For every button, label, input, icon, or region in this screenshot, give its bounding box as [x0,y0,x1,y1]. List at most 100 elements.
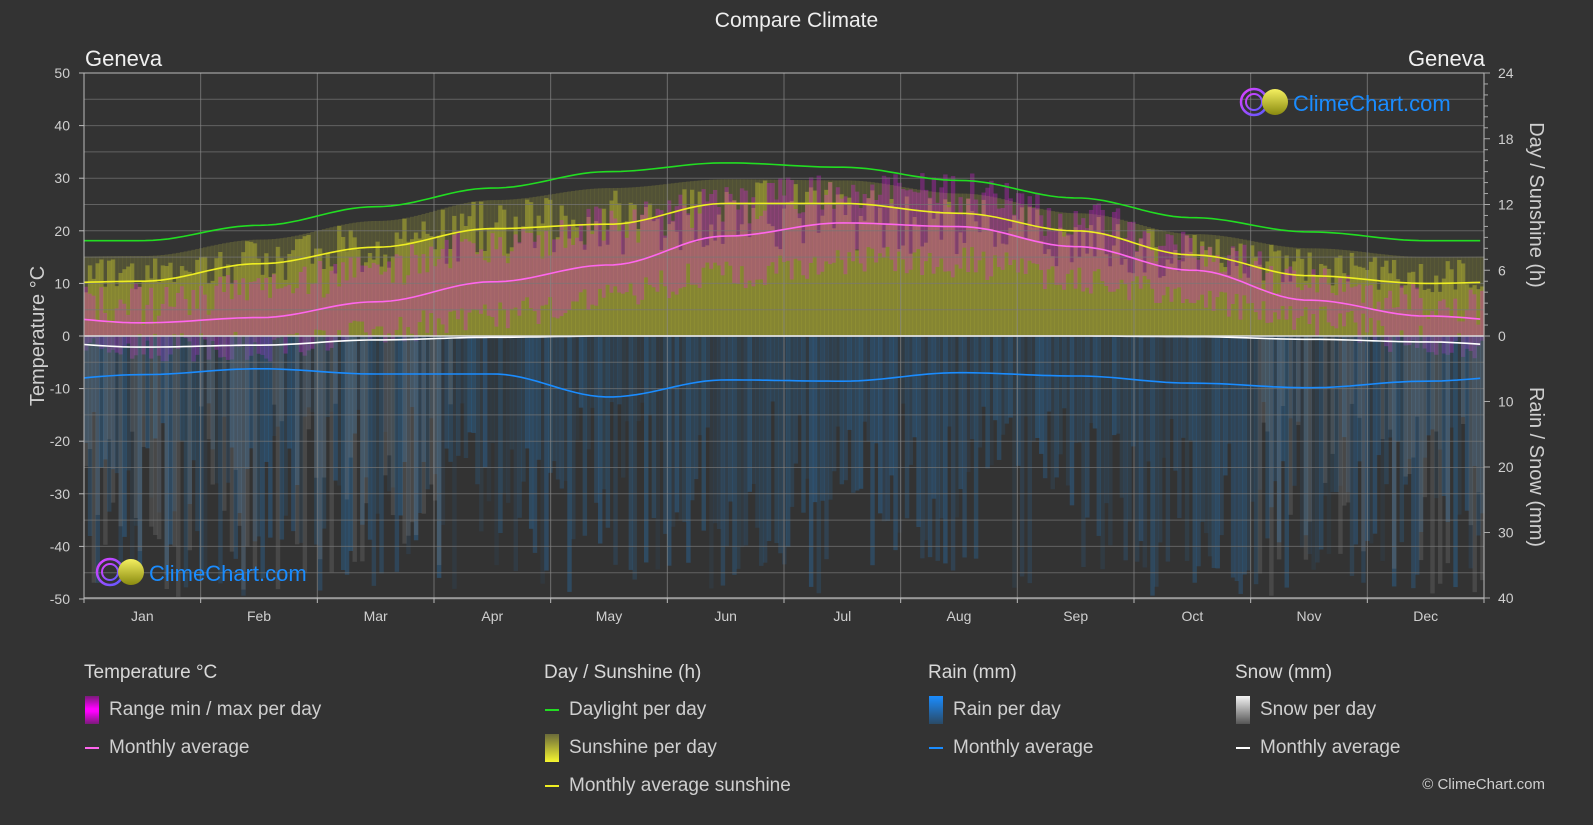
temperature-range-bar [486,262,492,316]
temperature-range-bar [555,239,561,319]
snow-bar [1403,336,1408,477]
temperature-range-bar [1261,291,1266,302]
rain-bar [1058,336,1063,455]
rain-bar [1211,336,1217,568]
temperature-range-bar [494,249,499,327]
snow-bar [1418,336,1424,561]
temperature-range-bar [686,213,691,264]
snow-avg-line-icon [1236,747,1250,749]
temperature-range-bar [294,288,300,333]
temperature-range-bar [1165,234,1171,287]
rain-bar [567,336,572,592]
snow-bar [110,336,116,503]
temperature-range-bar [1134,250,1140,277]
rain-bar [1054,336,1059,478]
rain-bar [214,336,219,484]
sunshine-bar [881,247,887,336]
left-tick-label: -20 [50,433,70,449]
temperature-range-bar [858,208,864,264]
temperature-range-bar [1184,235,1190,300]
legend-item-rain-avg[interactable]: Monthly average [928,736,1093,760]
temperature-range-bar [540,258,545,306]
watermark-logo-bottom[interactable]: ClimeChart.com [95,557,307,587]
rain-bar [260,336,265,579]
legend-item-daylight[interactable]: Daylight per day [544,698,791,722]
rain-bar [202,336,208,578]
temperature-range-bar [1031,208,1036,264]
temperature-range-bar [1173,244,1178,289]
temperature-range-bar [371,262,377,330]
rain-bar [1426,336,1431,436]
rain-bar [904,336,910,519]
temperature-range-bar [981,192,986,252]
temperature-range-bar [920,173,925,275]
rain-bar [728,336,733,502]
rain-bar [716,336,722,530]
temperature-range-bar [1315,292,1320,336]
right-bottom-tick-label: 10 [1498,394,1514,410]
temperature-range-bar [908,189,914,270]
rain-bar [1108,336,1113,546]
rain-bar [747,336,752,492]
logo-sun-icon [118,559,144,585]
temperature-range-bar [1418,298,1424,326]
temperature-range-bar [521,227,526,301]
temperature-range-bar [904,190,910,274]
rain-bar [900,336,906,404]
temperature-range-bar [471,243,476,310]
temperature-range-bar [1411,283,1416,341]
temperature-range-bar [973,199,979,273]
snow-bar [1445,336,1451,564]
legend-item-sunshine-avg[interactable]: Monthly average sunshine [544,774,791,798]
temperature-range-bar [1035,192,1040,265]
temperature-range-bar [360,265,365,322]
legend-item-temp-avg[interactable]: Monthly average [84,736,321,760]
rain-bar [943,336,948,564]
rain-bar [858,336,864,489]
rain-bar [1311,336,1316,570]
temperature-range-bar [1123,238,1128,285]
left-tick-label: -10 [50,381,70,397]
rain-bar [1161,336,1167,458]
temperature-range-bar [252,281,258,343]
temperature-range-bar [233,280,239,332]
legend-item-sunshine[interactable]: Sunshine per day [544,734,791,762]
legend-item-snow-avg[interactable]: Monthly average [1235,736,1400,760]
rain-bar [774,336,779,544]
rain-bar [498,336,503,534]
rain-bar [985,336,990,469]
temperature-range-bar [1085,228,1090,288]
rain-bar [291,336,296,532]
legend-item-temp-range[interactable]: Range min / max per day [84,696,321,724]
temperature-range-bar [1119,240,1125,280]
temperature-range-bar [375,264,380,327]
legend-item-rain[interactable]: Rain per day [928,696,1093,724]
temperature-range-bar [1019,193,1025,259]
temperature-range-bar [1050,230,1056,267]
temperature-range-bar [528,232,534,309]
temperature-range-bar [1303,284,1309,308]
legend-temp-avg-label: Monthly average [109,737,250,758]
rain-bar [973,336,979,559]
rain-bar [528,336,534,529]
rain-bar [1227,336,1232,444]
rain-bar [594,336,599,503]
temperature-range-bar [490,233,496,318]
temperature-range-bar [1073,211,1079,289]
rain-bar [268,336,273,538]
temperature-range-bar [774,199,779,274]
snow-bar [206,336,212,440]
rain-bar [920,336,925,559]
rain-bar [720,336,726,586]
temperature-range-bar [333,264,338,342]
temperature-range-bar [1069,234,1075,270]
snow-bar [1269,336,1274,596]
snow-bar [1411,336,1416,458]
legend-item-snow[interactable]: Snow per day [1235,696,1400,724]
rain-bar [1119,336,1125,498]
watermark-logo-top[interactable]: ClimeChart.com [1239,87,1451,117]
rain-bar [686,336,691,563]
rain-bar [947,336,952,427]
sunshine-bar [1361,267,1366,336]
snow-bar [84,336,89,467]
